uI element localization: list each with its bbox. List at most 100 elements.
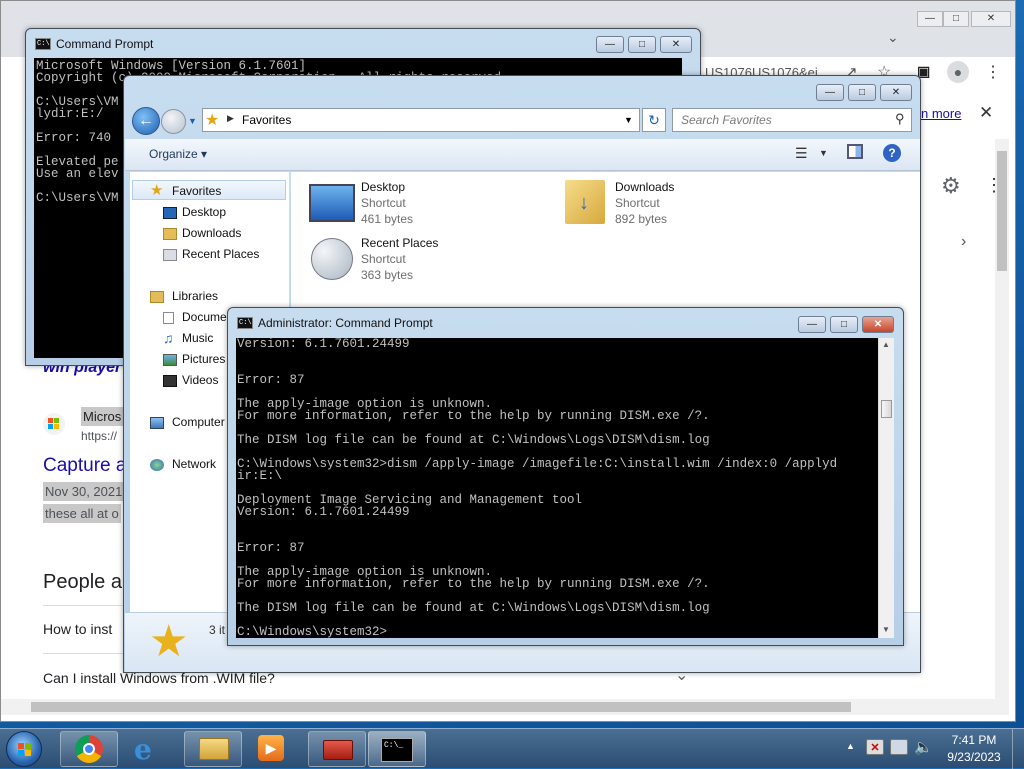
console-line: Version: 6.1.7601.24499 xyxy=(237,505,410,519)
profile-avatar-icon[interactable]: ● xyxy=(947,61,969,83)
close-button[interactable]: ✕ xyxy=(862,316,894,333)
search-box[interactable]: Search Favorites ⚲ xyxy=(672,108,912,132)
star-icon: ★ xyxy=(205,112,220,129)
learn-more-link[interactable]: n more xyxy=(921,106,961,121)
close-button[interactable]: ✕ xyxy=(660,36,692,53)
chrome-icon xyxy=(75,735,103,763)
nav-item-computer[interactable]: Computer xyxy=(172,415,225,429)
console-line: Error: 87 xyxy=(237,373,305,387)
show-desktop-button[interactable] xyxy=(1012,729,1024,769)
close-icon[interactable]: ✕ xyxy=(979,103,993,123)
nav-item-music[interactable]: Music xyxy=(182,331,213,345)
scroll-thumb[interactable] xyxy=(881,400,892,418)
cmd-icon: C:\_ xyxy=(381,738,413,762)
preview-pane-icon[interactable] xyxy=(847,144,863,159)
console-line: C:\Windows\system32>dism /apply-image /i… xyxy=(237,457,838,471)
show-hidden-icons[interactable]: ▲ xyxy=(846,741,855,751)
command-bar: Organize ▾ ☰ ▼ ? xyxy=(125,139,920,171)
file-size: 461 bytes xyxy=(361,212,414,226)
result-snippet: these all at o xyxy=(43,504,121,523)
address-bar[interactable]: ★ ▶ Favorites ▼ xyxy=(202,108,640,132)
toolbox-taskbar-button[interactable] xyxy=(308,731,366,767)
back-button[interactable]: ← xyxy=(132,107,160,135)
internet-explorer-icon[interactable]: e xyxy=(134,733,152,766)
recent-pages-icon[interactable]: ▼ xyxy=(188,116,197,126)
nav-item-pictures[interactable]: Pictures xyxy=(182,352,225,366)
console-scrollbar[interactable]: ▲ ▼ xyxy=(878,338,894,638)
music-icon: ♫ xyxy=(163,330,174,346)
address-text: Favorites xyxy=(242,113,292,127)
views-icon[interactable]: ☰ xyxy=(795,145,808,162)
file-item[interactable]: ↓ Downloads Shortcut 892 bytes xyxy=(563,180,793,230)
chrome-taskbar-button[interactable] xyxy=(60,731,118,767)
explorer-taskbar-button[interactable] xyxy=(184,731,242,767)
faq-item[interactable]: How to inst xyxy=(43,621,112,637)
chrome-minimize-button[interactable]: — xyxy=(917,11,943,27)
console-output[interactable]: Version: 6.1.7601.24499 Error: 87 The appl… xyxy=(236,338,878,638)
console-line: ir:E:\ xyxy=(237,469,283,483)
download-arrow-icon: ↓ xyxy=(579,192,589,214)
action-center-icon[interactable]: ✕ xyxy=(866,739,884,755)
file-name: Desktop xyxy=(361,180,406,194)
chevron-right-icon[interactable]: ▶ xyxy=(227,113,234,124)
console-line: For more information, refer to the help … xyxy=(237,577,710,591)
search-placeholder: Search Favorites xyxy=(681,113,772,127)
nav-item-downloads[interactable]: Downloads xyxy=(182,226,241,240)
file-item[interactable]: Desktop Shortcut 461 bytes xyxy=(309,180,539,230)
file-name: Downloads xyxy=(615,180,675,194)
nav-item-desktop[interactable]: Desktop xyxy=(182,205,226,219)
desktop-shortcut-icon xyxy=(309,184,355,222)
file-name: Recent Places xyxy=(361,236,439,250)
minimize-button[interactable]: — xyxy=(816,84,844,101)
menu-icon[interactable]: ⋮ xyxy=(985,62,1001,82)
help-icon[interactable]: ? xyxy=(883,144,901,162)
start-button[interactable] xyxy=(6,731,42,767)
people-also-ask-heading: People a xyxy=(43,571,122,593)
chevron-down-icon[interactable]: ⌄ xyxy=(887,29,899,46)
volume-icon[interactable]: 🔈 xyxy=(914,738,933,756)
gear-icon[interactable]: ⚙ xyxy=(941,173,961,199)
search-icon[interactable]: ⚲ xyxy=(895,111,905,127)
taskbar: e ▶ C:\_ ▲ ✕ 🔈 7:41 PM 9/23/2023 xyxy=(0,728,1024,769)
nav-item-libraries[interactable]: Libraries xyxy=(172,289,218,303)
nav-item-videos[interactable]: Videos xyxy=(182,373,218,387)
maximize-button[interactable]: □ xyxy=(628,36,656,53)
chrome-vertical-scrollbar[interactable] xyxy=(995,139,1009,699)
network-icon xyxy=(150,459,164,471)
maximize-button[interactable]: □ xyxy=(830,316,858,333)
refresh-button[interactable]: ↻ xyxy=(642,108,666,132)
chevron-down-icon[interactable]: ▼ xyxy=(624,115,633,125)
chrome-close-button[interactable]: ✕ xyxy=(971,11,1011,27)
forward-button[interactable] xyxy=(161,109,186,134)
clock-date[interactable]: 9/23/2023 xyxy=(942,750,1006,764)
media-player-icon[interactable]: ▶ xyxy=(258,735,284,761)
nav-item-favorites[interactable]: Favorites xyxy=(172,184,221,198)
cmd-taskbar-button[interactable]: C:\_ xyxy=(368,731,426,767)
close-button[interactable]: ✕ xyxy=(880,84,912,101)
chevron-right-icon[interactable]: › xyxy=(961,233,966,251)
file-item[interactable]: Recent Places Shortcut 363 bytes xyxy=(309,236,539,286)
chrome-horizontal-scrollbar[interactable] xyxy=(1,699,1009,715)
result-heading-link[interactable]: Capture a xyxy=(43,455,126,477)
result-date: Nov 30, 2021 xyxy=(43,482,125,501)
nav-item-network[interactable]: Network xyxy=(172,457,216,471)
console-line: For more information, refer to the help … xyxy=(237,409,710,423)
nav-item-documents[interactable]: Docume xyxy=(182,310,227,324)
organize-button[interactable]: Organize ▾ xyxy=(149,147,207,161)
recent-places-icon xyxy=(163,249,177,261)
chrome-maximize-button[interactable]: □ xyxy=(943,11,969,27)
nav-item-recent-places[interactable]: Recent Places xyxy=(182,247,259,261)
console-line: C:\Windows\system32> xyxy=(237,625,388,638)
clock-time[interactable]: 7:41 PM xyxy=(942,733,1006,747)
maximize-button[interactable]: □ xyxy=(848,84,876,101)
result-url: https:// xyxy=(81,429,118,443)
minimize-button[interactable]: — xyxy=(596,36,624,53)
network-icon[interactable] xyxy=(890,739,908,755)
chevron-down-icon[interactable]: ▼ xyxy=(819,148,828,158)
console-line: The DISM log file can be found at C:\Win… xyxy=(237,601,710,615)
admin-command-prompt-window[interactable]: C:\ Administrator: Command Prompt — □ ✕ … xyxy=(227,307,904,646)
recent-places-icon xyxy=(311,238,353,280)
minimize-button[interactable]: — xyxy=(798,316,826,333)
